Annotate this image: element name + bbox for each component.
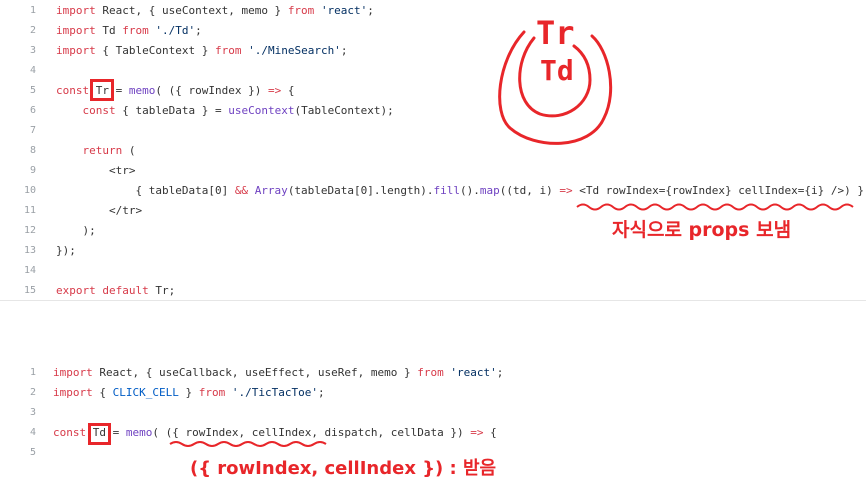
tr-line-14: 14: [0, 261, 866, 281]
code-text: return (: [82, 144, 136, 157]
line-number: 12: [23, 225, 36, 236]
code-text: import { TableContext } from './MineSear…: [56, 44, 348, 57]
highlight-box-td: [88, 423, 111, 445]
line-number: 5: [29, 447, 36, 458]
line-number: 1: [29, 367, 36, 378]
code-text: });: [56, 244, 76, 257]
code-text: { tableData[0] && Array(tableData[0].len…: [56, 184, 865, 197]
line-number: 3: [29, 45, 36, 56]
code-text: </tr>: [56, 204, 143, 217]
highlight-box-tr: [90, 79, 114, 101]
line-number: 7: [29, 125, 36, 136]
sketch-label-tr: Tr: [536, 14, 575, 52]
line-number: 10: [23, 185, 36, 196]
line-number: 4: [29, 65, 36, 76]
td-line-3: 3: [0, 403, 866, 423]
tr-line-9: 9 <tr>: [0, 161, 866, 181]
tr-line-6: 6 const { tableData } = useContext(Table…: [0, 101, 866, 121]
line-number: 9: [29, 165, 36, 176]
tr-line-5: 5 const Tr = memo( ({ rowIndex }) => {: [0, 81, 866, 101]
line-number: 14: [23, 265, 36, 276]
code-text: const Td = memo( ({ rowIndex, cellIndex,…: [53, 426, 497, 439]
line-number: 4: [29, 427, 36, 438]
line-number: 2: [29, 387, 36, 398]
annotation-receive-note: ({ rowIndex, cellIndex }) : 받음: [190, 458, 497, 479]
annotation-props-note: 자식으로 props 보냄: [612, 219, 792, 241]
td-line-2: 2 import { CLICK_CELL } from './TicTacToe…: [0, 383, 866, 403]
code-text: import React, { useCallback, useEffect, …: [53, 366, 504, 379]
code-text: <tr>: [56, 164, 136, 177]
line-number: 5: [29, 85, 36, 96]
tr-line-2: 2 import Td from './Td';: [0, 21, 866, 41]
td-line-4: 4 const Td = memo( ({ rowIndex, cellIndex…: [0, 423, 866, 443]
code-text: import React, { useContext, memo } from …: [56, 4, 374, 17]
line-number: 8: [29, 145, 36, 156]
line-number: 13: [23, 245, 36, 256]
sketch-label-td: Td: [540, 54, 574, 87]
code-text: import { CLICK_CELL } from './TicTacToe'…: [53, 386, 325, 399]
code-text: import Td from './Td';: [56, 24, 202, 37]
code-text: export default Tr;: [56, 284, 176, 297]
line-number: 15: [23, 285, 36, 296]
tr-line-8: 8 return (: [0, 141, 866, 161]
line-number: 2: [29, 25, 36, 36]
line-number: 1: [29, 5, 36, 16]
code-snippet-tr: 1 import React, { useContext, memo } from…: [0, 0, 866, 301]
tr-line-4: 4: [0, 61, 866, 81]
code-text: );: [56, 224, 96, 237]
code-text: const { tableData } = useContext(TableCo…: [82, 104, 394, 117]
line-number: 3: [29, 407, 36, 418]
tr-line-7: 7: [0, 121, 866, 141]
line-number: 6: [29, 105, 36, 116]
tr-line-3: 3 import { TableContext } from './MineSea…: [0, 41, 866, 61]
tr-line-15: 15 export default Tr;: [0, 281, 866, 301]
td-line-1: 1 import React, { useCallback, useEffect,…: [0, 363, 866, 383]
tr-line-1: 1 import React, { useContext, memo } from…: [0, 1, 866, 21]
tr-line-13: 13});: [0, 241, 866, 261]
line-number: 11: [23, 205, 36, 216]
tr-line-10: 10 { tableData[0] && Array(tableData[0].…: [0, 181, 866, 201]
